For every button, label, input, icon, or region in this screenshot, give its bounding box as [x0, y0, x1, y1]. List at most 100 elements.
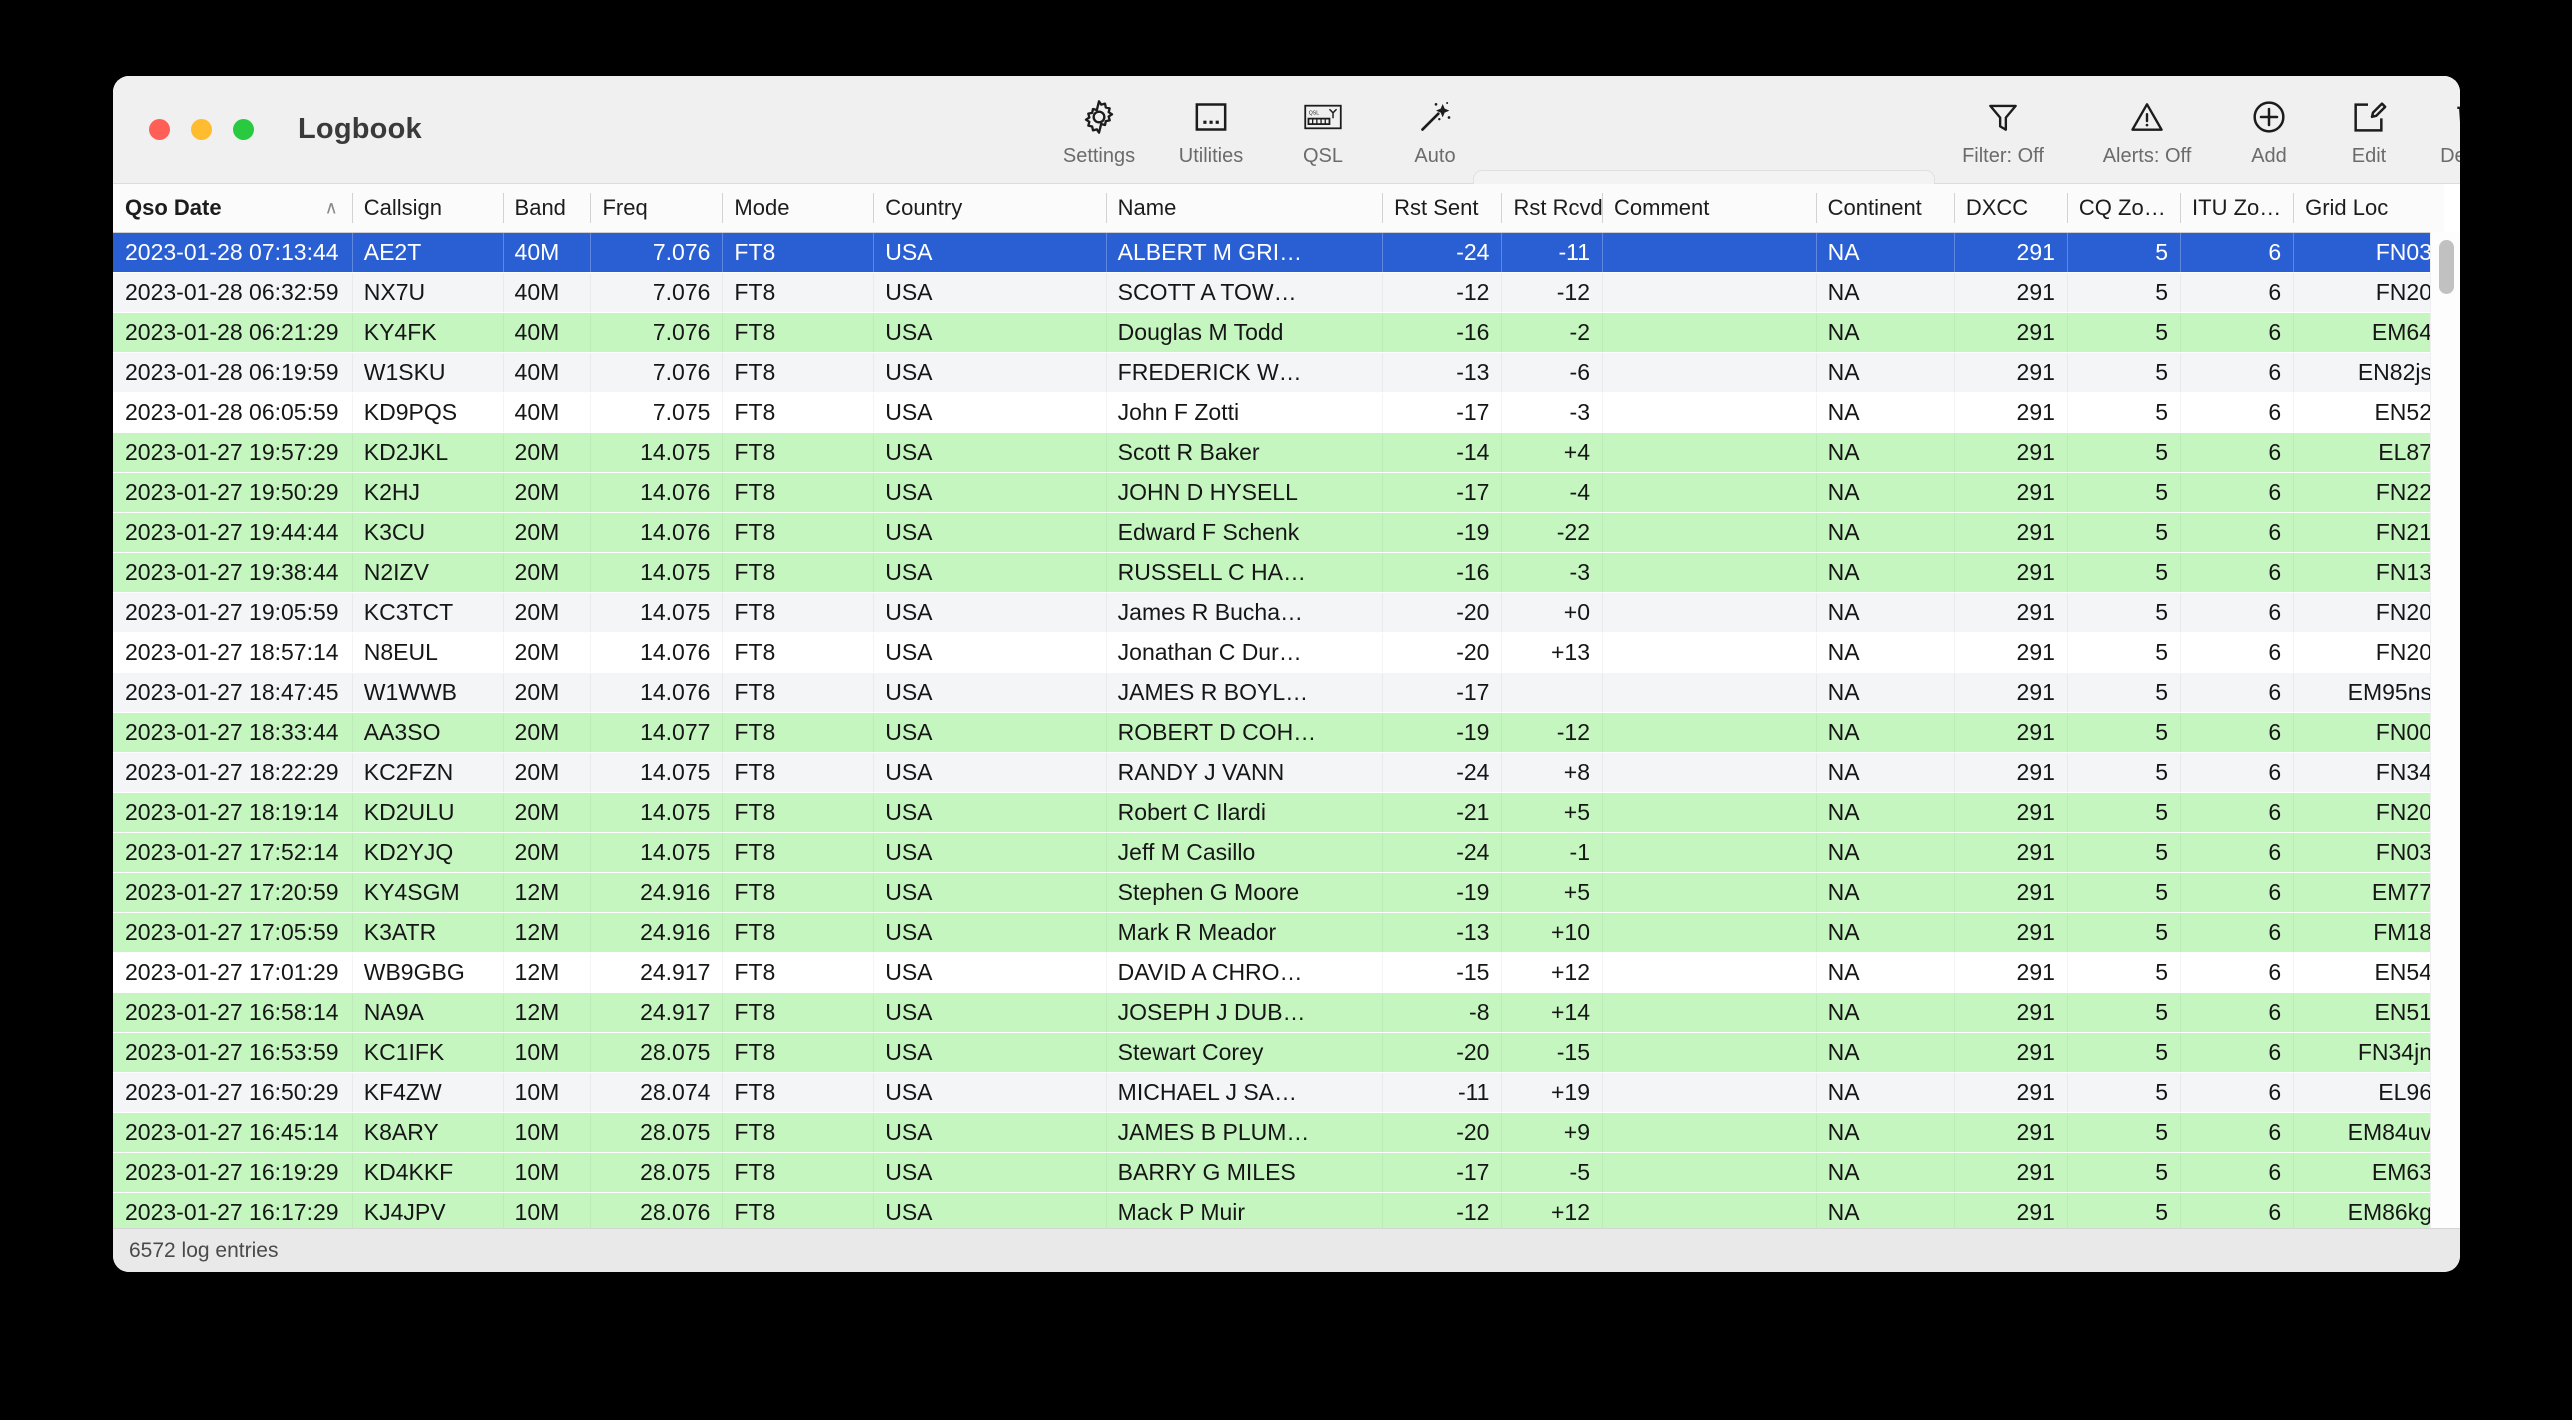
table-row[interactable]: 2023-01-27 19:57:29 KD2JKL 20M 14.075 FT8 USA… [113, 432, 2444, 472]
column-header-cq-zo[interactable]: CQ Zo… [2066, 184, 2181, 233]
utilities-button[interactable]: Utilities [1155, 96, 1267, 168]
table-row[interactable]: 2023-01-27 16:53:59 KC1IFK 10M 28.075 FT8 USA… [113, 1032, 2444, 1072]
vertical-scrollbar[interactable] [2430, 232, 2460, 1228]
cell-rst-sent: -24 [1382, 232, 1502, 272]
cell-comment [1602, 952, 1816, 992]
column-header-continent[interactable]: Continent [1815, 184, 1954, 233]
column-header-band[interactable]: Band [502, 184, 591, 233]
cell-callsign: KD2ULU [351, 792, 503, 832]
cell-rst-rcvd: -11 [1501, 232, 1602, 272]
table-row[interactable]: 2023-01-27 16:19:29 KD4KKF 10M 28.075 FT8 USA… [113, 1152, 2444, 1192]
table-row[interactable]: 2023-01-27 18:33:44 AA3SO 20M 14.077 FT8 USA R… [113, 712, 2444, 752]
table-row[interactable]: 2023-01-27 19:38:44 N2IZV 20M 14.075 FT8 USA R… [113, 552, 2444, 592]
scrollbar-thumb[interactable] [2439, 240, 2454, 294]
table-row[interactable]: 2023-01-27 17:52:14 KD2YJQ 20M 14.075 FT8 USA… [113, 832, 2444, 872]
cell-grid-loc: EM95ns [2293, 672, 2444, 712]
column-header-mode[interactable]: Mode [722, 184, 874, 233]
cell-comment [1602, 1072, 1816, 1112]
column-header-name[interactable]: Name [1105, 184, 1383, 233]
cell-grid-loc: FN13 [2293, 552, 2444, 592]
cell-freq: 7.075 [590, 392, 723, 432]
cell-continent: NA [1815, 1192, 1954, 1228]
cell-dxcc: 291 [1953, 1112, 2067, 1152]
cell-continent: NA [1815, 352, 1954, 392]
cell-cq-zone: 5 [2066, 672, 2181, 712]
magic-wand-icon [1415, 96, 1455, 138]
cell-rst-rcvd: +5 [1501, 872, 1602, 912]
table-row[interactable]: 2023-01-27 16:58:14 NA9A 12M 24.917 FT8 USA JO… [113, 992, 2444, 1032]
maximize-window-button[interactable] [233, 119, 254, 140]
cell-band: 10M [502, 1192, 591, 1228]
table-row[interactable]: 2023-01-28 06:32:59 NX7U 40M 7.076 FT8 USA SCO… [113, 272, 2444, 312]
table-row[interactable]: 2023-01-27 16:50:29 KF4ZW 10M 28.074 FT8 USA M… [113, 1072, 2444, 1112]
cell-name: SCOTT A TOW… [1105, 272, 1383, 312]
cell-mode: FT8 [722, 712, 874, 752]
cell-rst-rcvd: +14 [1501, 992, 1602, 1032]
minimize-window-button[interactable] [191, 119, 212, 140]
alerts-button[interactable]: Alerts: Off [2075, 96, 2219, 168]
cell-grid-loc: EM63 [2293, 1152, 2444, 1192]
cell-freq: 14.075 [590, 592, 723, 632]
add-button[interactable]: Add [2219, 96, 2319, 168]
cell-cq-zone: 5 [2066, 912, 2181, 952]
edit-pencil-icon [2349, 96, 2389, 138]
table-row[interactable]: 2023-01-27 16:17:29 KJ4JPV 10M 28.076 FT8 USA… [113, 1192, 2444, 1228]
edit-button[interactable]: Edit [2319, 96, 2419, 168]
table-row[interactable]: 2023-01-27 19:05:59 KC3TCT 20M 14.075 FT8 USA… [113, 592, 2444, 632]
cell-rst-rcvd: -5 [1501, 1152, 1602, 1192]
table-row[interactable]: 2023-01-27 19:50:29 K2HJ 20M 14.076 FT8 USA JO… [113, 472, 2444, 512]
close-window-button[interactable] [149, 119, 170, 140]
cell-dxcc: 291 [1953, 672, 2067, 712]
cell-country: USA [873, 1032, 1106, 1072]
delete-button[interactable]: Delete [2419, 96, 2460, 168]
table-row[interactable]: 2023-01-27 18:47:45 W1WWB 20M 14.076 FT8 USA J… [113, 672, 2444, 712]
table-row[interactable]: 2023-01-28 06:19:59 W1SKU 40M 7.076 FT8 USA FR… [113, 352, 2444, 392]
cell-itu-zone: 6 [2180, 952, 2294, 992]
column-header-freq[interactable]: Freq [590, 184, 723, 233]
cell-qso-date: 2023-01-27 18:33:44 [113, 712, 352, 752]
cell-freq: 28.075 [590, 1032, 723, 1072]
column-header-country[interactable]: Country [873, 184, 1106, 233]
table-row[interactable]: 2023-01-27 18:57:14 N8EUL 20M 14.076 FT8 USA J… [113, 632, 2444, 672]
cell-cq-zone: 5 [2066, 272, 2181, 312]
table-row[interactable]: 2023-01-28 07:13:44 AE2T 40M 7.076 FT8 USA ALB… [113, 232, 2444, 272]
table-row[interactable]: 2023-01-27 17:05:59 K3ATR 12M 24.916 FT8 USA M… [113, 912, 2444, 952]
cell-name: Stewart Corey [1105, 1032, 1383, 1072]
cell-itu-zone: 6 [2180, 1032, 2294, 1072]
filter-button[interactable]: Filter: Off [1931, 96, 2075, 168]
table-row[interactable]: 2023-01-27 19:44:44 K3CU 20M 14.076 FT8 USA Ed… [113, 512, 2444, 552]
table-row[interactable]: 2023-01-27 16:45:14 K8ARY 10M 28.075 FT8 USA J… [113, 1112, 2444, 1152]
column-header-rst-rcvd[interactable]: Rst Rcvd [1501, 184, 1602, 233]
cell-comment [1602, 592, 1816, 632]
cell-comment [1602, 232, 1816, 272]
auto-button[interactable]: Auto [1379, 96, 1491, 168]
column-header-itu-zo[interactable]: ITU Zo… [2180, 184, 2294, 233]
column-header-qso-date[interactable]: Qso Date ∧ [113, 184, 352, 233]
cell-mode: FT8 [722, 1112, 874, 1152]
cell-rst-sent: -17 [1382, 472, 1502, 512]
cell-mode: FT8 [722, 512, 874, 552]
cell-grid-loc: EM84uv [2293, 1112, 2444, 1152]
qsl-button[interactable]: QSL QSL [1267, 96, 1379, 168]
column-header-grid-loc[interactable]: Grid Loc [2293, 184, 2444, 233]
settings-button[interactable]: Settings [1043, 96, 1155, 168]
cell-mode: FT8 [722, 752, 874, 792]
cell-name: DAVID A CHRO… [1105, 952, 1383, 992]
column-header-rst-sent[interactable]: Rst Sent [1382, 184, 1502, 233]
table-row[interactable]: 2023-01-27 17:20:59 KY4SGM 12M 24.916 FT8 USA… [113, 872, 2444, 912]
column-header-callsign[interactable]: Callsign [351, 184, 503, 233]
cell-mode: FT8 [722, 472, 874, 512]
cell-rst-rcvd: -2 [1501, 312, 1602, 352]
table-row[interactable]: 2023-01-27 18:19:14 KD2ULU 20M 14.075 FT8 USA… [113, 792, 2444, 832]
cell-dxcc: 291 [1953, 632, 2067, 672]
column-header-comment[interactable]: Comment [1602, 184, 1816, 233]
cell-rst-rcvd: +19 [1501, 1072, 1602, 1112]
log-table-header: Qso Date ∧ Callsign Band Freq Mode Country Name… [113, 184, 2444, 233]
table-row[interactable]: 2023-01-28 06:05:59 KD9PQS 40M 7.075 FT8 USA J… [113, 392, 2444, 432]
table-row[interactable]: 2023-01-28 06:21:29 KY4FK 40M 7.076 FT8 USA Do… [113, 312, 2444, 352]
cell-rst-rcvd: -3 [1501, 392, 1602, 432]
table-row[interactable]: 2023-01-27 18:22:29 KC2FZN 20M 14.075 FT8 USA… [113, 752, 2444, 792]
table-row[interactable]: 2023-01-27 17:01:29 WB9GBG 12M 24.917 FT8 USA… [113, 952, 2444, 992]
cell-mode: FT8 [722, 592, 874, 632]
column-header-dxcc[interactable]: DXCC [1953, 184, 2067, 233]
